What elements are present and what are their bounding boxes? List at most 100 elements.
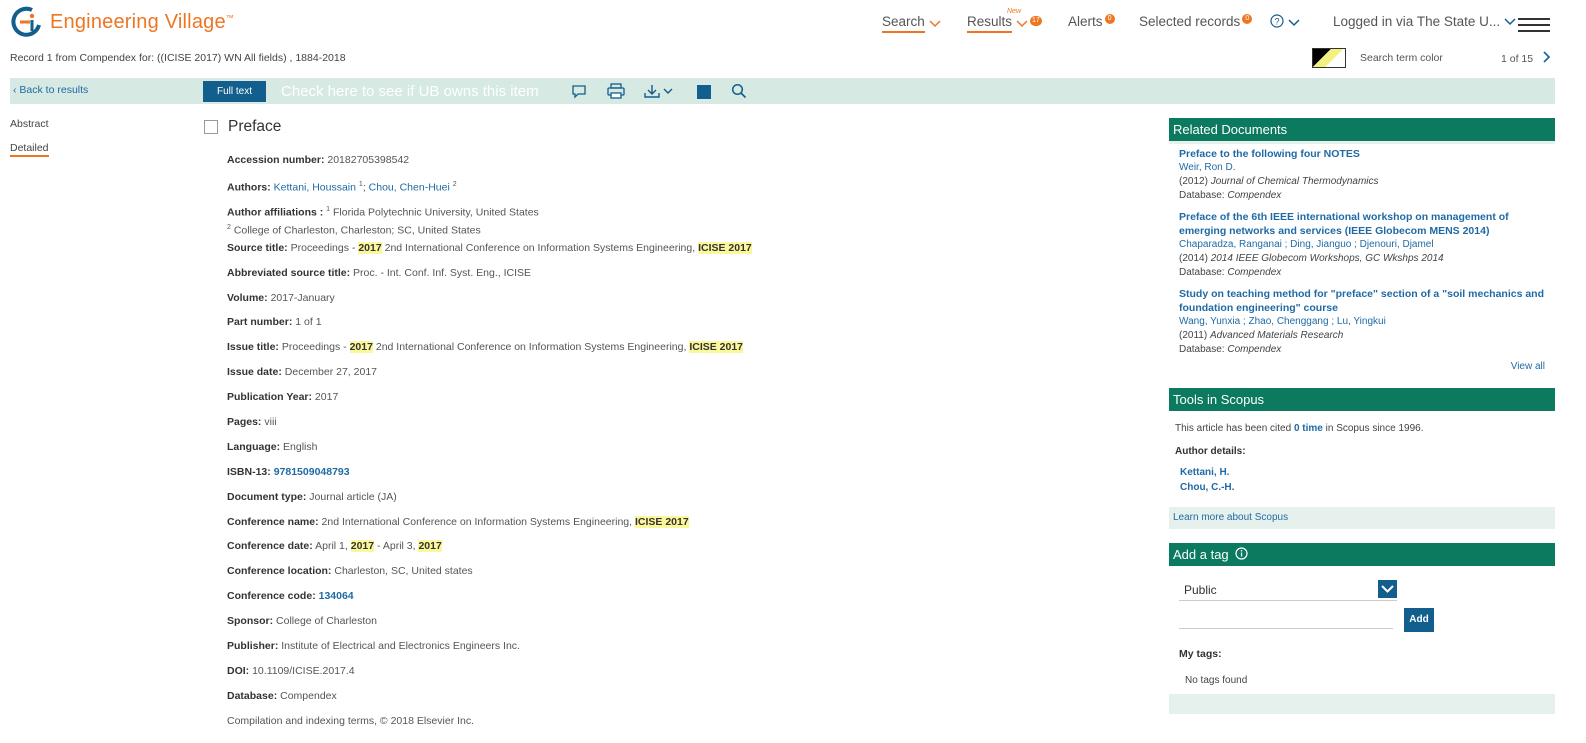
add-tag-panel: Add a tag Public Add My tags: No tags fo…: [1169, 543, 1555, 714]
search-icon[interactable]: [731, 83, 747, 102]
field-accession: Accession number: 20182705398542: [227, 154, 410, 166]
chevron-right-icon[interactable]: [1543, 50, 1551, 68]
scopus-panel: Tools in Scopus This article has been ci…: [1169, 388, 1555, 529]
my-tags-label: My tags:: [1179, 648, 1222, 660]
field-conference-name: Conference name: 2nd International Confe…: [227, 515, 689, 528]
field-conference-location: Conference location: Charleston, SC, Uni…: [227, 565, 473, 578]
field-part-number: Part number: 1 of 1: [227, 316, 322, 329]
field-isbn: ISBN-13: 9781509048793: [227, 465, 350, 478]
full-text-button[interactable]: Full text: [203, 81, 266, 102]
view-all-link[interactable]: View all: [1511, 361, 1545, 372]
logo-text: Engineering Village™: [50, 10, 234, 33]
no-tags-text: No tags found: [1185, 675, 1248, 686]
add-tag-button[interactable]: Add: [1404, 608, 1434, 632]
related-item: Preface to the following four NOTES Weir…: [1169, 144, 1555, 203]
author-link[interactable]: Chou, Chen-Huei: [369, 181, 450, 193]
scopus-author-link[interactable]: Kettani, H.: [1175, 467, 1549, 478]
nav-alerts-label: Alerts: [1068, 14, 1103, 29]
nav-selected-records[interactable]: Selected records 0: [1139, 13, 1253, 29]
document-title-row: Preface: [204, 118, 281, 136]
page-scrollbar[interactable]: [1558, 0, 1586, 743]
results-count-badge: 17: [1030, 15, 1042, 26]
copyright-notice: Compilation and indexing terms, © 2018 E…: [227, 714, 475, 727]
search-term-color-label: Search term color: [1360, 52, 1443, 64]
scopus-header: Tools in Scopus: [1169, 388, 1555, 411]
learn-more-scopus-link[interactable]: Learn more about Scopus: [1169, 507, 1555, 528]
author-link[interactable]: Kettani, Houssain: [274, 181, 356, 193]
conference-code-link[interactable]: 134064: [319, 590, 354, 602]
ub-holdings-link[interactable]: Check here to see if UB owns this item: [281, 83, 539, 100]
field-affiliations: Author affiliations : 1 Florida Polytech…: [227, 205, 539, 237]
tag-visibility-value: Public: [1184, 583, 1217, 597]
print-icon[interactable]: [607, 83, 625, 102]
logo[interactable]: Engineering Village™: [10, 6, 234, 38]
chevron-down-icon: [1288, 15, 1300, 30]
related-item: Study on teaching method for "preface" s…: [1179, 287, 1545, 355]
related-item: Preface of the 6th IEEE international wo…: [1169, 210, 1555, 280]
select-record-checkbox[interactable]: [204, 120, 218, 134]
chevron-down-icon: [1016, 16, 1028, 31]
nav-search-label: Search: [882, 14, 925, 33]
back-label: Back to results: [19, 84, 89, 96]
related-title-link[interactable]: Preface to the following four NOTES: [1179, 147, 1545, 161]
field-pages: Pages: viii: [227, 416, 277, 429]
nav-help[interactable]: ?: [1270, 14, 1300, 31]
info-icon[interactable]: [1235, 544, 1248, 567]
related-title-link[interactable]: Study on teaching method for "preface" s…: [1179, 287, 1545, 315]
field-issue-date: Issue date: December 27, 2017: [227, 366, 378, 379]
login-label: Logged in via The State U...: [1333, 14, 1501, 29]
cited-count-link[interactable]: 0 time: [1294, 423, 1323, 434]
help-icon: ?: [1270, 14, 1284, 31]
save-to-folder-icon[interactable]: [697, 85, 711, 102]
search-term-color[interactable]: Search term color: [1312, 48, 1443, 68]
nav-alerts[interactable]: Alerts 0: [1068, 13, 1115, 29]
chevron-down-icon: [1504, 14, 1516, 29]
nav-results[interactable]: Results New 17: [967, 8, 1042, 33]
add-tag-header: Add a tag: [1169, 543, 1555, 566]
scopus-author-link[interactable]: Chou, C.-H.: [1175, 482, 1549, 493]
comment-icon[interactable]: [571, 83, 587, 102]
tag-input[interactable]: [1179, 628, 1393, 629]
related-list: Preface to the following four NOTES Weir…: [1169, 144, 1555, 377]
related-documents-header: Related Documents: [1169, 118, 1555, 141]
field-abbrev-source: Abbreviated source title: Proc. - Int. C…: [227, 266, 532, 279]
nav-search[interactable]: Search: [882, 14, 941, 33]
alerts-count-badge: 0: [1104, 13, 1115, 24]
field-doi: DOI: 10.1109/ICISE.2017.4: [227, 664, 355, 677]
chevron-down-icon: [1378, 580, 1397, 598]
svg-text:?: ?: [1274, 17, 1279, 27]
hamburger-icon: [1518, 18, 1550, 32]
record-pager: 1 of 15: [1501, 50, 1551, 68]
author-details-label: Author details:: [1175, 446, 1246, 457]
field-authors: Authors: Kettani, Houssain 1; Chou, Chen…: [227, 180, 457, 194]
pager-text: 1 of 15: [1501, 53, 1534, 65]
add-tag-body: Public Add My tags: No tags found: [1169, 566, 1555, 694]
related-authors[interactable]: Weir, Ron D.: [1179, 161, 1545, 175]
selected-count-badge: 0: [1242, 13, 1253, 24]
side-nav: Abstract Detailed: [10, 118, 49, 169]
nav-login[interactable]: Logged in via The State U...: [1333, 14, 1516, 29]
side-nav-detailed[interactable]: Detailed: [10, 142, 49, 157]
nav-results-label: Results: [967, 14, 1013, 33]
side-nav-abstract[interactable]: Abstract: [10, 118, 49, 130]
record-info: Record 1 from Compendex for: ((ICISE 201…: [10, 52, 346, 64]
field-database: Database: Compendex: [227, 689, 337, 702]
related-authors[interactable]: Wang, Yunxia ; Zhao, Chenggang ; Lu, Yin…: [1179, 315, 1545, 329]
tag-visibility-select[interactable]: Public: [1179, 580, 1397, 601]
field-publisher: Publisher: Institute of Electrical and E…: [227, 640, 520, 653]
related-authors[interactable]: Chaparadza, Ranganai ; Ding, Jianguo ; D…: [1179, 238, 1545, 252]
related-title-link[interactable]: Preface of the 6th IEEE international wo…: [1179, 210, 1545, 238]
field-volume: Volume: 2017-January: [227, 291, 335, 304]
menu-button[interactable]: [1518, 18, 1550, 32]
back-to-results-link[interactable]: ‹ Back to results: [13, 84, 88, 96]
color-swatch[interactable]: [1312, 48, 1346, 68]
top-header: Engineering Village™ Search Results New …: [0, 0, 1586, 50]
logo-icon: [10, 6, 42, 38]
field-conference-date: Conference date: April 1, 2017 - April 3…: [227, 540, 442, 553]
related-documents-panel: Related Documents Preface to the followi…: [1169, 118, 1555, 377]
add-tag-title: Add a tag: [1173, 547, 1229, 562]
field-document-type: Document type: Journal article (JA): [227, 490, 397, 503]
download-icon[interactable]: [644, 83, 676, 102]
field-sponsor: Sponsor: College of Charleston: [227, 615, 377, 628]
isbn-link[interactable]: 9781509048793: [274, 466, 350, 478]
